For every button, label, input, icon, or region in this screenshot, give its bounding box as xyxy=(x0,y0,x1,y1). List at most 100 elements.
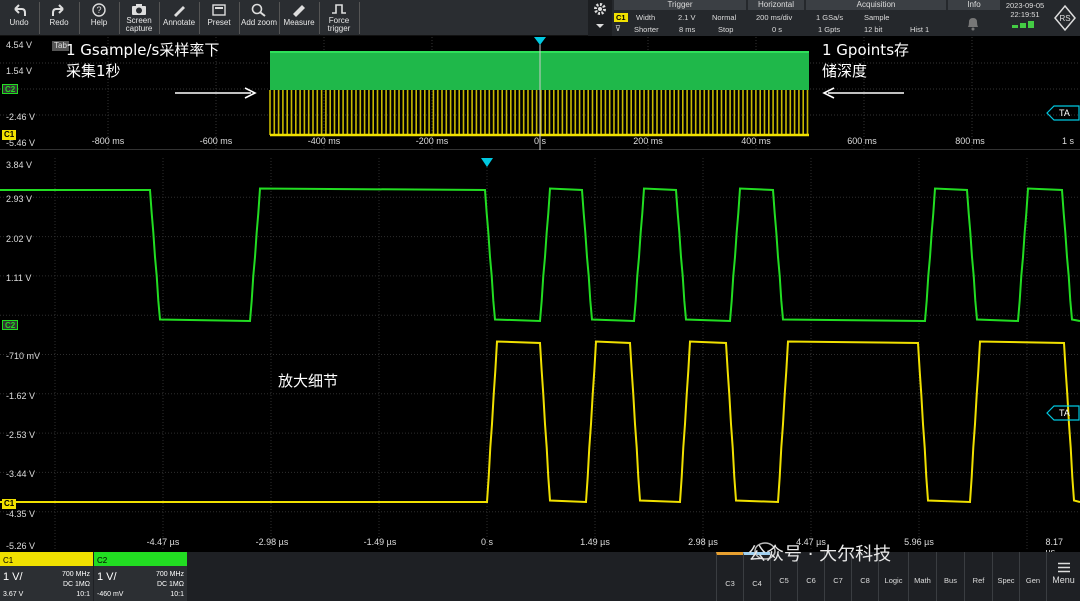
channel-c1-probe: 10:1 xyxy=(76,591,90,598)
spec-button[interactable]: Spec xyxy=(992,552,1019,601)
horizontal-header[interactable]: Horizontal xyxy=(748,0,804,10)
force-trigger-icon xyxy=(332,4,346,14)
date-time: 2023-09-05 22:19:51 xyxy=(1000,0,1050,36)
channel-c2-offset: -460 mV xyxy=(97,591,124,598)
main-time-label: -1.49 µs xyxy=(363,537,397,547)
channel-c2-box[interactable]: C2 1 V/ 700 MHz DC 1MΩ -460 mV 10:1 xyxy=(94,552,187,601)
arrow-right-icon xyxy=(175,87,257,99)
math-button[interactable]: Math xyxy=(908,552,936,601)
channel-c1-coupling: DC 1MΩ xyxy=(62,581,90,588)
help-icon: ? xyxy=(92,3,106,17)
gen-button[interactable]: Gen xyxy=(1019,552,1046,601)
help-button[interactable]: ? Help xyxy=(80,0,118,36)
main-time-label: -2.98 µs xyxy=(255,537,289,547)
channel-c1-bandwidth: 700 MHz xyxy=(61,571,90,578)
overview-volt-label: 1.54 V xyxy=(6,66,33,76)
rs-logo: RS xyxy=(1050,0,1080,36)
trigger-source: C1 xyxy=(614,13,628,22)
overview-time-label: 600 ms xyxy=(847,136,877,146)
main-time-label: 5.96 µs xyxy=(904,537,934,547)
acquisition-header[interactable]: Acquisition xyxy=(806,0,946,10)
time-label: 22:19:51 xyxy=(1010,10,1040,19)
bus-button[interactable]: Bus xyxy=(936,552,964,601)
overview-time-label: 0 s xyxy=(533,136,547,146)
channel-c1-offset: 3.67 V xyxy=(3,591,24,598)
overview-time-label: 200 ms xyxy=(633,136,663,146)
svg-text:RS: RS xyxy=(1059,14,1070,23)
main-volt-label: 2.02 V xyxy=(6,234,33,244)
overview-volt-label: 4.54 V xyxy=(6,40,33,50)
gear-icon xyxy=(594,3,606,28)
undo-button[interactable]: Undo xyxy=(0,0,38,36)
main-time-label: 1.49 µs xyxy=(580,537,610,547)
main-time-label: -4.47 µs xyxy=(146,537,180,547)
annotate-button[interactable]: Annotate xyxy=(160,0,198,36)
annotation-zoom-detail: 放大细节 xyxy=(278,372,339,390)
main-c2-marker[interactable]: C2 xyxy=(2,320,19,330)
bell-icon[interactable] xyxy=(965,15,981,31)
channel-c2-coupling: DC 1MΩ xyxy=(156,581,184,588)
trigger-condition: Shorter xyxy=(634,25,659,34)
status-bar: Trigger C1 Width 2.1 V Normal ⊽ Shorter … xyxy=(588,0,1000,36)
screen-capture-button[interactable]: Screen capture xyxy=(120,0,158,36)
overview-c1-envelope xyxy=(269,90,809,135)
c3-button[interactable]: C3 xyxy=(716,552,743,601)
main-c1-marker[interactable]: C1 xyxy=(2,499,17,509)
overview-time-label: -200 ms xyxy=(415,136,449,146)
main-volt-label: -5.26 V xyxy=(6,541,36,551)
channel-c1-scale: 1 V/ xyxy=(3,571,23,583)
channel-c2-label: C2 xyxy=(94,556,187,566)
main-volt-label: 2.93 V xyxy=(6,194,33,204)
main-volt-label: -1.62 V xyxy=(6,391,36,401)
force-trigger-button[interactable]: Force trigger xyxy=(320,0,358,36)
overview-time-label: 1 s xyxy=(1062,136,1075,146)
overview-panel[interactable]: 4.54 V 1.54 V -2.46 V -5.46 V C2 C1 Tab … xyxy=(0,37,1080,150)
trigger-state: Stop xyxy=(718,25,734,34)
preset-icon xyxy=(212,4,226,16)
channel-c1-box[interactable]: C1 1 V/ 700 MHz DC 1MΩ 3.67 V 10:1 xyxy=(0,552,93,601)
overview-time-label: -400 ms xyxy=(307,136,341,146)
overview-c2-marker[interactable]: C2 xyxy=(2,84,19,94)
watermark-text: 公众号 · 大尔科技 xyxy=(748,544,892,565)
main-volt-label: -710 mV xyxy=(6,351,41,361)
measure-button[interactable]: Measure xyxy=(280,0,318,36)
trigger-width: 8 ms xyxy=(679,25,696,34)
trigger-type: Width xyxy=(636,13,656,22)
main-time-label: 0 s xyxy=(480,537,494,547)
main-waveform-area[interactable] xyxy=(0,158,1080,551)
overview-time-label: -600 ms xyxy=(199,136,233,146)
arrow-left-icon xyxy=(822,87,904,99)
overview-time-label: 800 ms xyxy=(955,136,985,146)
menu-icon xyxy=(1057,562,1070,573)
settings-panel[interactable] xyxy=(588,0,612,36)
date-label: 2023-09-05 xyxy=(1005,1,1045,10)
horizontal-scale: 200 ms/div xyxy=(756,13,793,22)
svg-text:?: ? xyxy=(96,5,101,15)
bit-depth: 12 bit xyxy=(864,25,883,34)
pencil-icon xyxy=(174,6,185,17)
channel-c2-probe: 10:1 xyxy=(170,591,184,598)
undo-icon xyxy=(14,4,26,16)
overview-time-label: -800 ms xyxy=(91,136,125,146)
menu-button[interactable]: Menu xyxy=(1046,552,1080,601)
zoom-icon xyxy=(251,3,266,17)
trigger-header[interactable]: Trigger xyxy=(614,0,746,10)
ruler-icon xyxy=(293,5,305,17)
overview-c1-marker[interactable]: C1 xyxy=(2,130,17,140)
main-volt-label: 3.84 V xyxy=(6,160,33,170)
channel-c2-bandwidth: 700 MHz xyxy=(155,571,184,578)
redo-icon xyxy=(52,4,64,16)
rohde-schwarz-logo: RS xyxy=(1054,4,1076,32)
ref-button[interactable]: Ref xyxy=(964,552,992,601)
record-length: 1 Gpts xyxy=(818,25,841,34)
redo-button[interactable]: Redo xyxy=(40,0,78,36)
annotation-sample-rate: 1 Gsample/s采样率下 采集1秒 xyxy=(66,41,220,80)
info-header[interactable]: Info xyxy=(948,0,1000,10)
overview-ta-marker[interactable]: TA xyxy=(1046,105,1080,126)
main-waveform-panel[interactable]: 3.84 V 2.93 V 2.02 V 1.11 V -710 mV -1.6… xyxy=(0,158,1080,557)
preset-button[interactable]: Preset xyxy=(200,0,238,36)
overview-volt-label: -2.46 V xyxy=(6,112,36,122)
channel-c2-scale: 1 V/ xyxy=(97,571,117,583)
main-ta-marker[interactable]: TA xyxy=(1046,405,1080,426)
add-zoom-button[interactable]: Add zoom xyxy=(240,0,278,36)
